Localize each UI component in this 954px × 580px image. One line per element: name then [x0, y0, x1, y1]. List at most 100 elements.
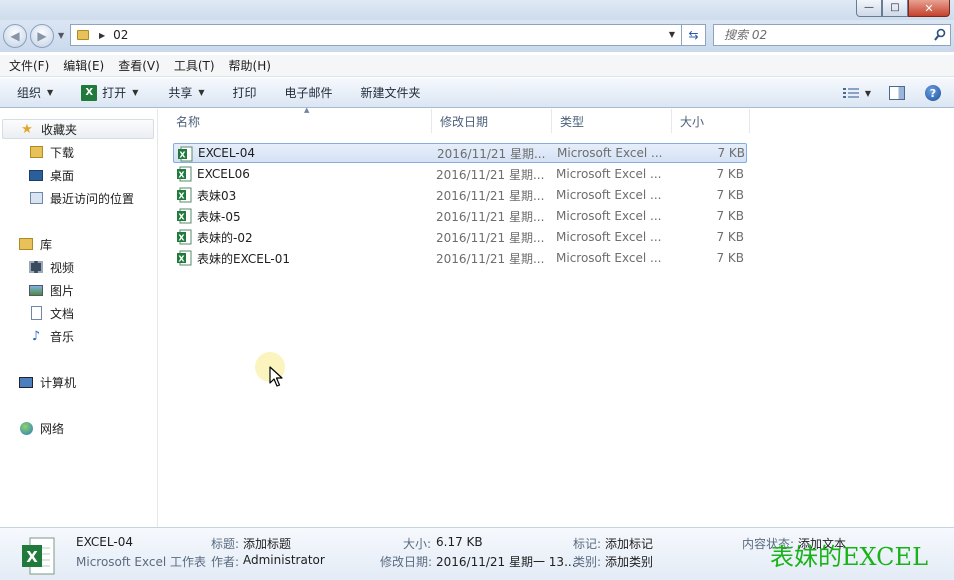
details-title-label: 标题: — [211, 537, 240, 551]
minimize-button[interactable]: — — [856, 0, 882, 17]
command-bar: 组织 ▼ X 打开 ▼ 共享 ▼ 打印 电子邮件 新建文件夹 ▼ ? — [0, 78, 954, 108]
maximize-button[interactable]: □ — [882, 0, 908, 17]
nav-pictures[interactable]: 图片 — [28, 280, 74, 300]
breadcrumb-arrow-icon[interactable]: ▶ — [99, 31, 105, 40]
file-row[interactable]: X 表妹03 2016/11/21 星期... Microsoft Excel … — [173, 185, 747, 205]
open-caret-icon: ▼ — [132, 88, 139, 97]
music-icon: ♪ — [31, 328, 41, 344]
email-button[interactable]: 电子邮件 — [277, 82, 341, 104]
details-title-value[interactable]: 添加标题 — [243, 535, 291, 552]
excel-file-icon: X — [177, 250, 192, 266]
file-row[interactable]: X 表妹的EXCEL-01 2016/11/21 星期... Microsoft… — [173, 248, 747, 268]
nav-videos-label: 视频 — [50, 260, 75, 275]
column-header-date[interactable]: 修改日期 — [432, 109, 552, 133]
details-file-name: EXCEL-04 — [76, 535, 133, 549]
file-name: 表妹的EXCEL-01 — [197, 251, 290, 266]
back-button[interactable]: ◀ — [3, 24, 27, 48]
nav-favorites[interactable]: ★ 收藏夹 — [2, 119, 154, 139]
file-row[interactable]: X 表妹-05 2016/11/21 星期... Microsoft Excel… — [173, 206, 747, 226]
file-size: 7 KB — [716, 251, 744, 265]
file-name: 表妹-05 — [197, 209, 241, 224]
close-button[interactable]: ✕ — [908, 0, 950, 17]
forward-button[interactable]: ▶ — [30, 24, 54, 48]
view-options-caret-icon[interactable]: ▼ — [865, 89, 871, 98]
preview-pane-icon[interactable] — [889, 86, 905, 100]
view-details-icon[interactable] — [842, 87, 859, 99]
address-row: ◀ ▶ ▼ ▶ 02 ▼ ⇆ — [0, 20, 954, 52]
nav-network[interactable]: 网络 — [18, 418, 64, 438]
column-header-name-label: 名称 — [176, 114, 201, 129]
refresh-button[interactable]: ⇆ — [682, 24, 706, 46]
file-type: Microsoft Excel ... — [556, 209, 662, 223]
details-category-value[interactable]: 添加类别 — [605, 553, 653, 570]
nav-music[interactable]: ♪ 音乐 — [28, 326, 74, 346]
excel-icon: X — [81, 84, 98, 101]
nav-desktop[interactable]: 桌面 — [28, 165, 74, 185]
column-header-size[interactable]: 大小 — [672, 109, 750, 133]
menu-file[interactable]: 文件(F) — [0, 55, 56, 77]
nav-computer[interactable]: 计算机 — [18, 372, 76, 392]
column-header-type[interactable]: 类型 — [552, 109, 672, 133]
file-size: 7 KB — [716, 230, 744, 244]
file-type: Microsoft Excel ... — [557, 146, 663, 160]
menu-view[interactable]: 查看(V) — [111, 55, 167, 77]
search-icon[interactable] — [934, 28, 946, 42]
share-button[interactable]: 共享 ▼ — [160, 82, 212, 104]
search-input[interactable] — [724, 28, 924, 42]
nav-documents[interactable]: 文档 — [28, 303, 74, 323]
column-header-name[interactable]: ▲ 名称 — [168, 106, 432, 133]
print-button[interactable]: 打印 — [225, 82, 265, 104]
mouse-cursor-icon — [269, 366, 283, 387]
file-type: Microsoft Excel ... — [556, 230, 662, 244]
toolbar-right: ▼ ? — [842, 78, 954, 108]
file-row[interactable]: X EXCEL-04 2016/11/21 星期... Microsoft Ex… — [173, 143, 747, 163]
details-tags-label: 标记: — [573, 537, 602, 551]
menu-tools[interactable]: 工具(T) — [167, 55, 222, 77]
recent-pages-dropdown-icon[interactable]: ▼ — [58, 31, 64, 40]
file-name: 表妹的-02 — [197, 230, 253, 245]
file-date: 2016/11/21 星期... — [436, 167, 545, 182]
address-bar[interactable]: ▶ 02 ▼ — [70, 24, 682, 46]
print-label: 打印 — [232, 86, 257, 100]
file-row[interactable]: X EXCEL06 2016/11/21 星期... Microsoft Exc… — [173, 164, 747, 184]
details-author-label: 作者: — [211, 555, 240, 569]
svg-text:X: X — [26, 548, 38, 566]
file-date: 2016/11/21 星期... — [436, 251, 545, 266]
nav-libraries[interactable]: 库 — [18, 234, 52, 254]
details-size-value: 6.17 KB — [436, 535, 483, 549]
star-icon: ★ — [21, 121, 33, 137]
details-author-value[interactable]: Administrator — [243, 553, 325, 567]
search-box[interactable] — [713, 24, 951, 46]
minimize-icon: — — [864, 2, 874, 13]
excel-file-icon: X — [177, 187, 192, 203]
nav-downloads[interactable]: 下载 — [28, 142, 74, 162]
nav-libraries-label: 库 — [40, 237, 53, 252]
new-folder-label: 新建文件夹 — [360, 86, 421, 100]
file-name: EXCEL06 — [197, 167, 250, 181]
column-header-size-label: 大小 — [680, 114, 705, 129]
new-folder-button[interactable]: 新建文件夹 — [353, 82, 429, 104]
details-file-kind: Microsoft Excel 工作表 — [76, 555, 207, 569]
address-dropdown-icon[interactable]: ▼ — [669, 30, 675, 39]
file-size: 7 KB — [716, 188, 744, 202]
nav-favorites-label: 收藏夹 — [41, 122, 78, 137]
desktop-icon — [28, 167, 44, 183]
svg-text:X: X — [178, 192, 185, 201]
file-row[interactable]: X 表妹的-02 2016/11/21 星期... Microsoft Exce… — [173, 227, 747, 247]
open-label: 打开 — [102, 86, 127, 100]
nav-videos[interactable]: 视频 — [28, 257, 74, 277]
menu-edit[interactable]: 编辑(E) — [56, 55, 111, 77]
open-button[interactable]: X 打开 ▼ — [73, 82, 146, 104]
library-icon — [18, 236, 34, 252]
file-name: EXCEL-04 — [198, 146, 255, 160]
picture-icon — [28, 282, 44, 298]
help-icon[interactable]: ? — [925, 85, 941, 101]
details-tags-value[interactable]: 添加标记 — [605, 535, 653, 552]
organize-button[interactable]: 组织 ▼ — [0, 82, 61, 104]
close-icon: ✕ — [924, 1, 934, 15]
menu-help[interactable]: 帮助(H) — [222, 55, 278, 77]
address-path[interactable]: 02 — [113, 28, 128, 42]
file-type: Microsoft Excel ... — [556, 188, 662, 202]
computer-icon — [18, 374, 34, 390]
nav-recent[interactable]: 最近访问的位置 — [28, 188, 134, 208]
